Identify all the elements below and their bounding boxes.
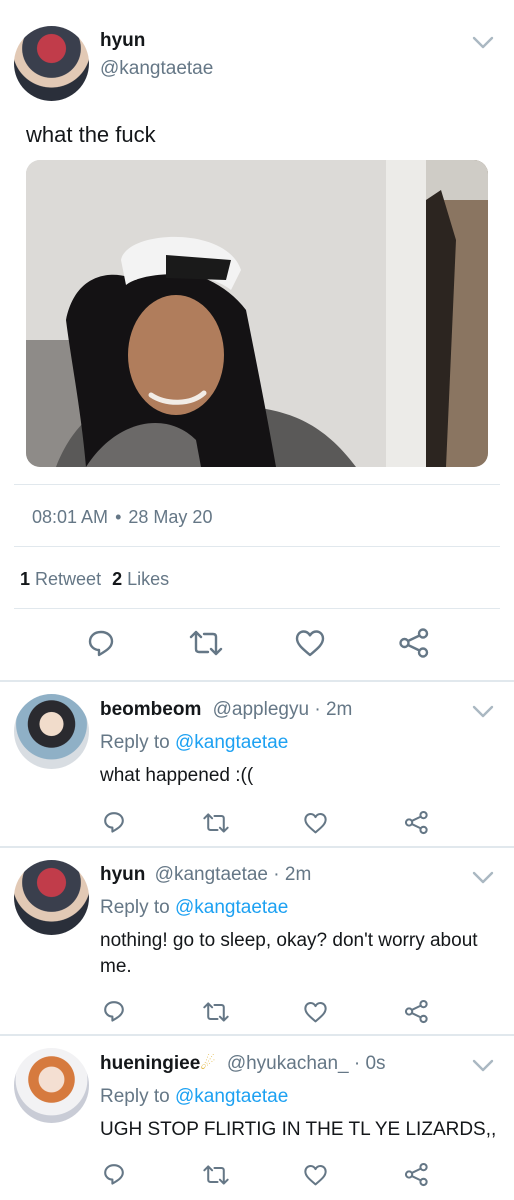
chevron-down-icon[interactable]	[472, 1059, 494, 1073]
divider	[14, 546, 500, 547]
avatar[interactable]	[14, 694, 89, 769]
retweet-icon[interactable]	[202, 811, 230, 835]
reply-text: UGH STOP FLIRTIG IN THE TL YE LIZARDS,,	[100, 1119, 497, 1140]
like-count: 2	[112, 569, 123, 589]
tweet-stats: 1 Retweet 2 Likes	[20, 569, 169, 590]
reply-age: · 2m	[273, 864, 312, 885]
avatar[interactable]	[14, 26, 89, 101]
avatar[interactable]	[14, 860, 89, 935]
reply-to-handle[interactable]: @kangtaetae	[175, 897, 288, 918]
chevron-down-icon[interactable]	[472, 705, 494, 719]
reply-to-label: Reply to	[100, 1086, 170, 1107]
reply-header: hueningiee☄ @hyukachan_ · 0s	[100, 1053, 386, 1075]
divider	[0, 1034, 514, 1036]
reply-header: beombeom @applegyu · 2m	[100, 699, 352, 721]
tweet-media[interactable]	[26, 160, 488, 467]
chevron-down-icon[interactable]	[472, 36, 494, 50]
author-handle[interactable]: @kangtaetae	[100, 58, 213, 80]
like-icon[interactable]	[303, 1000, 328, 1024]
reply-author-name[interactable]: beombeom	[100, 699, 201, 720]
reply-author-handle[interactable]: @kangtaetae	[155, 864, 268, 885]
retweet-icon[interactable]	[188, 628, 224, 658]
like-icon[interactable]	[303, 811, 328, 835]
like-icon[interactable]	[303, 1163, 328, 1187]
tweet-text: what the fuck	[26, 122, 156, 147]
reply-to-line: Reply to @kangtaetae	[100, 1086, 288, 1108]
tweet-date: 28 May 20	[128, 507, 213, 527]
media-image	[26, 160, 488, 467]
like-stat[interactable]: 2 Likes	[112, 569, 169, 589]
reply-text-line: me.	[100, 956, 132, 977]
share-icon[interactable]	[398, 627, 430, 659]
reply-icon[interactable]	[102, 810, 126, 834]
divider	[0, 680, 514, 682]
divider	[14, 484, 500, 485]
reply-text-line: nothing! go to sleep, okay? don't worry …	[100, 930, 478, 951]
reply-age: · 2m	[314, 699, 353, 720]
reply-icon[interactable]	[102, 999, 126, 1023]
comet-emoji: ☄	[200, 1054, 216, 1073]
reply-header: hyun @kangtaetae · 2m	[100, 864, 311, 886]
reply-text: what happened :((	[100, 765, 254, 786]
like-icon[interactable]	[294, 628, 326, 658]
reply-author-name[interactable]: hyun	[100, 864, 145, 885]
reply-to-label: Reply to	[100, 897, 170, 918]
share-icon[interactable]	[404, 1162, 429, 1187]
reply-to-line: Reply to @kangtaetae	[100, 897, 288, 919]
reply-age: · 0s	[353, 1053, 386, 1074]
reply-to-line: Reply to @kangtaetae	[100, 732, 288, 754]
reply-icon[interactable]	[102, 1162, 126, 1186]
chevron-down-icon[interactable]	[472, 871, 494, 885]
retweet-stat[interactable]: 1 Retweet	[20, 569, 106, 589]
tweet-timestamp: 08:01 AM • 28 May 20	[32, 507, 212, 528]
reply-author-handle[interactable]: @applegyu	[213, 699, 309, 720]
reply-icon[interactable]	[86, 628, 116, 658]
retweet-icon[interactable]	[202, 1000, 230, 1024]
reply-author-name[interactable]: hueningiee	[100, 1053, 200, 1074]
avatar[interactable]	[14, 1048, 89, 1123]
share-icon[interactable]	[404, 810, 429, 835]
reply-author-handle[interactable]: @hyukachan_	[227, 1053, 349, 1074]
separator-dot: •	[115, 507, 122, 527]
retweet-count: 1	[20, 569, 31, 589]
share-icon[interactable]	[404, 999, 429, 1024]
retweet-label: Retweet	[35, 569, 102, 589]
tweet-time: 08:01 AM	[32, 507, 109, 527]
divider	[14, 608, 500, 609]
retweet-icon[interactable]	[202, 1163, 230, 1187]
like-label: Likes	[127, 569, 170, 589]
reply-to-label: Reply to	[100, 732, 170, 753]
divider	[0, 846, 514, 848]
reply-to-handle[interactable]: @kangtaetae	[175, 732, 288, 753]
reply-to-handle[interactable]: @kangtaetae	[175, 1086, 288, 1107]
author-name[interactable]: hyun	[100, 30, 145, 52]
